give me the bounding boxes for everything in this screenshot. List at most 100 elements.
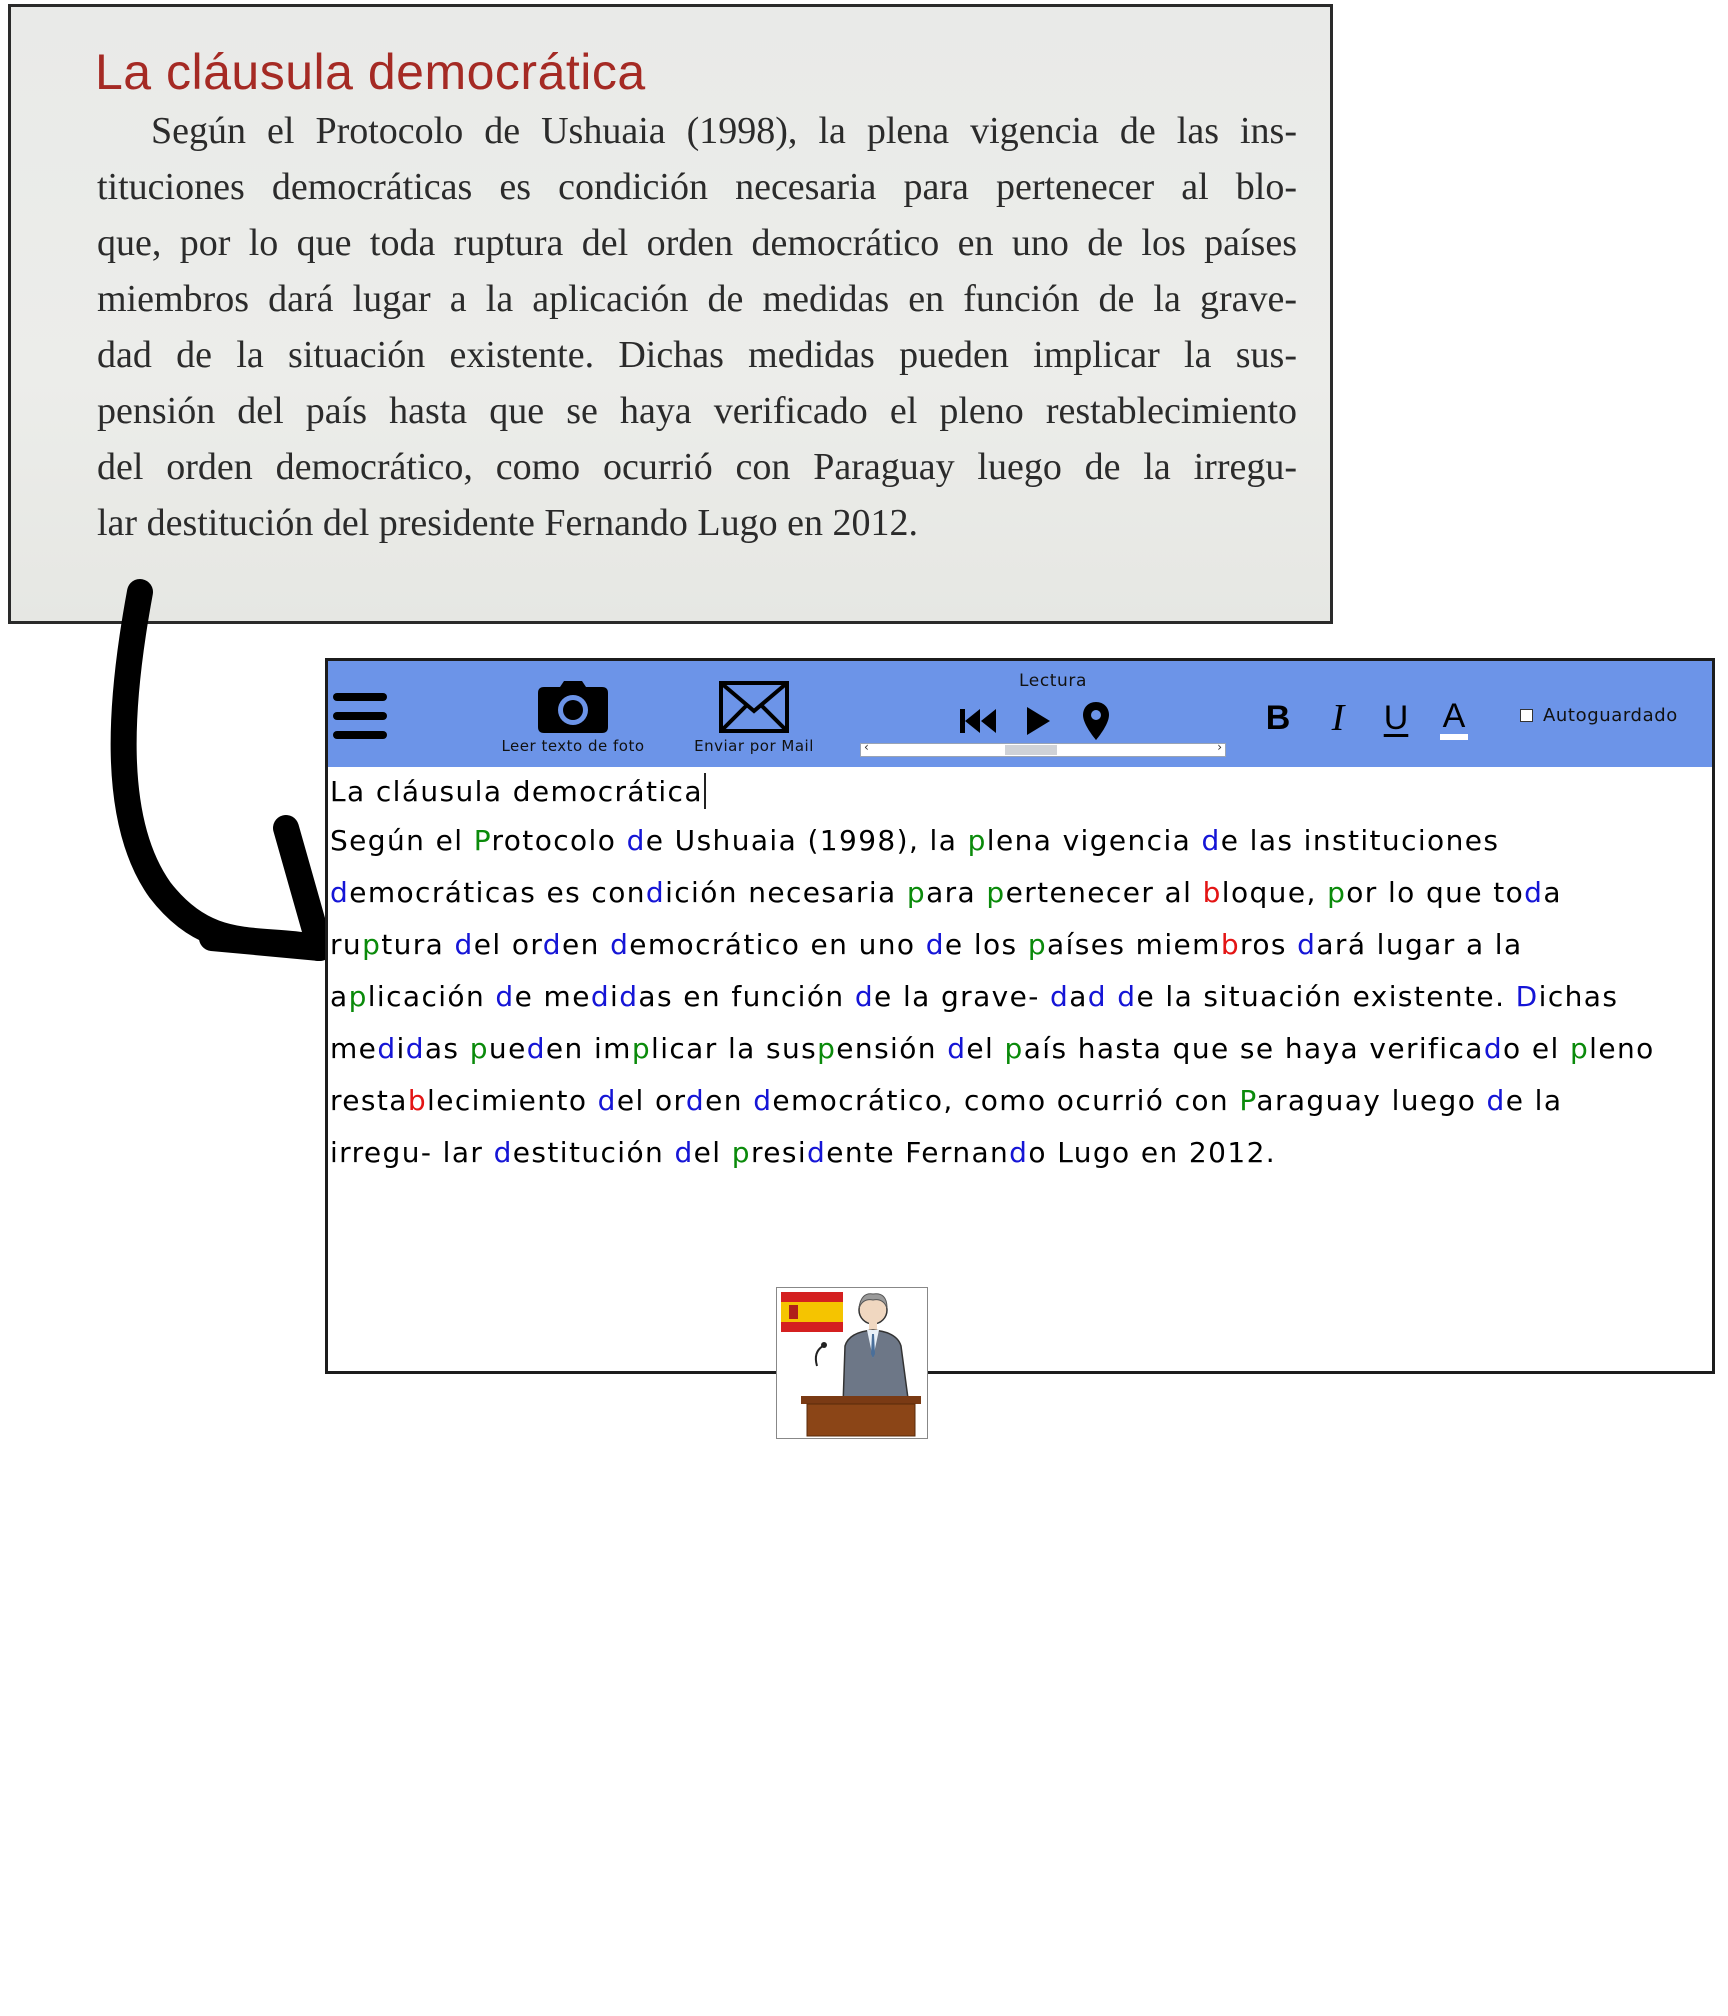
mail-label: Enviar por Mail bbox=[694, 737, 814, 755]
text-segment: Según el bbox=[330, 824, 474, 857]
autosave-toggle[interactable]: Autoguardado bbox=[1520, 705, 1678, 726]
document-line: Según el Protocolo de Ushuaia (1998), la… bbox=[330, 825, 1708, 877]
text-segment: e la bbox=[1505, 1084, 1563, 1117]
highlighted-letter: d bbox=[1087, 980, 1107, 1013]
highlighted-letter: p bbox=[986, 876, 1006, 909]
highlighted-letter: d bbox=[1117, 980, 1137, 1013]
text-segment: resi bbox=[750, 1136, 808, 1169]
text-segment: i bbox=[610, 980, 620, 1013]
text-segment: aíses miem bbox=[1047, 928, 1221, 961]
text-segment: ue bbox=[488, 1032, 527, 1065]
scroll-right-icon[interactable]: › bbox=[1217, 740, 1222, 754]
text-segment: ensión bbox=[836, 1032, 948, 1065]
text-segment: el bbox=[966, 1032, 1005, 1065]
highlighted-letter: d bbox=[674, 1136, 694, 1169]
scroll-left-icon[interactable]: ‹ bbox=[864, 740, 869, 754]
highlighted-letter: d bbox=[597, 1084, 617, 1117]
text-cursor bbox=[703, 773, 706, 809]
text-editor[interactable]: La cláusula democrática Según el Protoco… bbox=[330, 767, 1710, 1439]
text-segment: e la situación existente. bbox=[1136, 980, 1516, 1013]
highlighted-letter: d bbox=[377, 1032, 397, 1065]
highlighted-letter: d bbox=[405, 1032, 425, 1065]
highlighted-letter: d bbox=[610, 928, 630, 961]
font-color-button[interactable]: A bbox=[1432, 693, 1476, 743]
highlighted-letter: p bbox=[906, 876, 927, 909]
play-icon[interactable] bbox=[1016, 699, 1060, 743]
text-segment: emocrático, como ocurrió con bbox=[772, 1084, 1240, 1117]
highlighted-letter: d bbox=[493, 1136, 513, 1169]
reader-app-window: Leer texto de foto Enviar por Mail Lectu… bbox=[325, 658, 1715, 1439]
highlighted-letter: d bbox=[807, 1136, 827, 1169]
document-title: La cláusula democrática bbox=[330, 773, 706, 809]
document-line: medidas pueden implicar la suspensión de… bbox=[330, 1033, 1708, 1085]
spanish-president-at-podium-pictogram bbox=[776, 1287, 928, 1439]
highlighted-letter: d bbox=[454, 928, 474, 961]
text-segment: loque, bbox=[1221, 876, 1328, 909]
highlighted-letter: p bbox=[348, 980, 368, 1013]
highlighted-letter: d bbox=[947, 1032, 967, 1065]
camera-icon bbox=[538, 681, 608, 733]
document-line: restablecimiento del orden democrático, … bbox=[330, 1085, 1708, 1137]
highlighted-letter: d bbox=[1483, 1032, 1504, 1065]
highlighted-letter: P bbox=[1239, 1084, 1257, 1117]
font-color-label: A bbox=[1442, 696, 1466, 735]
text-segment: emocráticas es con bbox=[349, 876, 646, 909]
highlighted-letter: p bbox=[731, 1136, 751, 1169]
text-segment: a bbox=[1069, 980, 1088, 1013]
send-mail-button[interactable]: Enviar por Mail bbox=[684, 671, 824, 765]
text-segment: a bbox=[1543, 876, 1562, 909]
scroll-thumb[interactable] bbox=[1005, 745, 1057, 755]
highlighted-letter: b bbox=[1220, 928, 1241, 961]
text-segment: en im bbox=[545, 1032, 632, 1065]
italic-button[interactable]: I bbox=[1316, 693, 1360, 743]
underline-button[interactable]: U bbox=[1374, 693, 1418, 743]
text-segment: ará lugar a la bbox=[1316, 928, 1523, 961]
highlighted-letter: d bbox=[1486, 1084, 1506, 1117]
highlighted-letter: p bbox=[631, 1032, 652, 1065]
highlighted-letter: d bbox=[753, 1084, 773, 1117]
highlighted-letter: d bbox=[1009, 1136, 1029, 1169]
autosave-checkbox[interactable] bbox=[1520, 709, 1533, 722]
highlighted-letter: d bbox=[542, 928, 562, 961]
highlighted-letter: d bbox=[645, 876, 666, 909]
toolbar: Leer texto de foto Enviar por Mail Lectu… bbox=[328, 661, 1712, 767]
highlighted-letter: p bbox=[1004, 1032, 1024, 1065]
reading-label: Lectura bbox=[1018, 671, 1088, 691]
text-segment: ertenecer al bbox=[1005, 876, 1203, 909]
text-segment: ara bbox=[926, 876, 987, 909]
read-photo-text-button[interactable]: Leer texto de foto bbox=[488, 671, 658, 765]
highlighted-letter: d bbox=[1524, 876, 1544, 909]
highlighted-letter: b bbox=[407, 1084, 428, 1117]
document-line: democráticas es condición necesaria para… bbox=[330, 877, 1708, 929]
skip-back-icon[interactable] bbox=[956, 699, 1000, 743]
text-segment: i bbox=[396, 1032, 406, 1065]
text-segment: el or bbox=[616, 1084, 686, 1117]
text-segment: rotocolo bbox=[491, 824, 627, 857]
highlighted-letter: d bbox=[1050, 980, 1070, 1013]
bold-button[interactable]: B bbox=[1256, 693, 1300, 743]
text-segment: el or bbox=[473, 928, 543, 961]
map-pin-icon[interactable] bbox=[1074, 699, 1118, 743]
text-segment: ros bbox=[1240, 928, 1298, 961]
hamburger-menu-icon[interactable] bbox=[332, 693, 388, 739]
text-segment: irregu- lar bbox=[330, 1136, 494, 1169]
text-segment: ichas bbox=[1538, 980, 1619, 1013]
envelope-icon bbox=[719, 681, 789, 733]
text-segment: aís hasta que se haya verifica bbox=[1023, 1032, 1484, 1065]
highlighted-letter: p bbox=[967, 824, 987, 857]
reading-progress-scrollbar[interactable]: ‹ › bbox=[860, 740, 1226, 757]
text-segment: ición necesaria bbox=[665, 876, 907, 909]
text-segment: a bbox=[330, 980, 349, 1013]
highlighted-letter: d bbox=[590, 980, 611, 1013]
text-segment: ente Fernan bbox=[826, 1136, 1010, 1169]
text-segment: e Ushuaia (1998), la bbox=[645, 824, 968, 857]
autosave-label: Autoguardado bbox=[1543, 705, 1678, 726]
text-segment: tura bbox=[381, 928, 455, 961]
text-segment: o el bbox=[1503, 1032, 1570, 1065]
highlighted-letter: d bbox=[495, 980, 515, 1013]
document-line: aplicación de medidas en función de la g… bbox=[330, 981, 1708, 1033]
text-segment: o Lugo en 2012. bbox=[1028, 1136, 1277, 1169]
highlighted-letter: d bbox=[330, 876, 350, 909]
text-segment: araguay luego bbox=[1256, 1084, 1487, 1117]
text-segment bbox=[1107, 980, 1117, 1013]
